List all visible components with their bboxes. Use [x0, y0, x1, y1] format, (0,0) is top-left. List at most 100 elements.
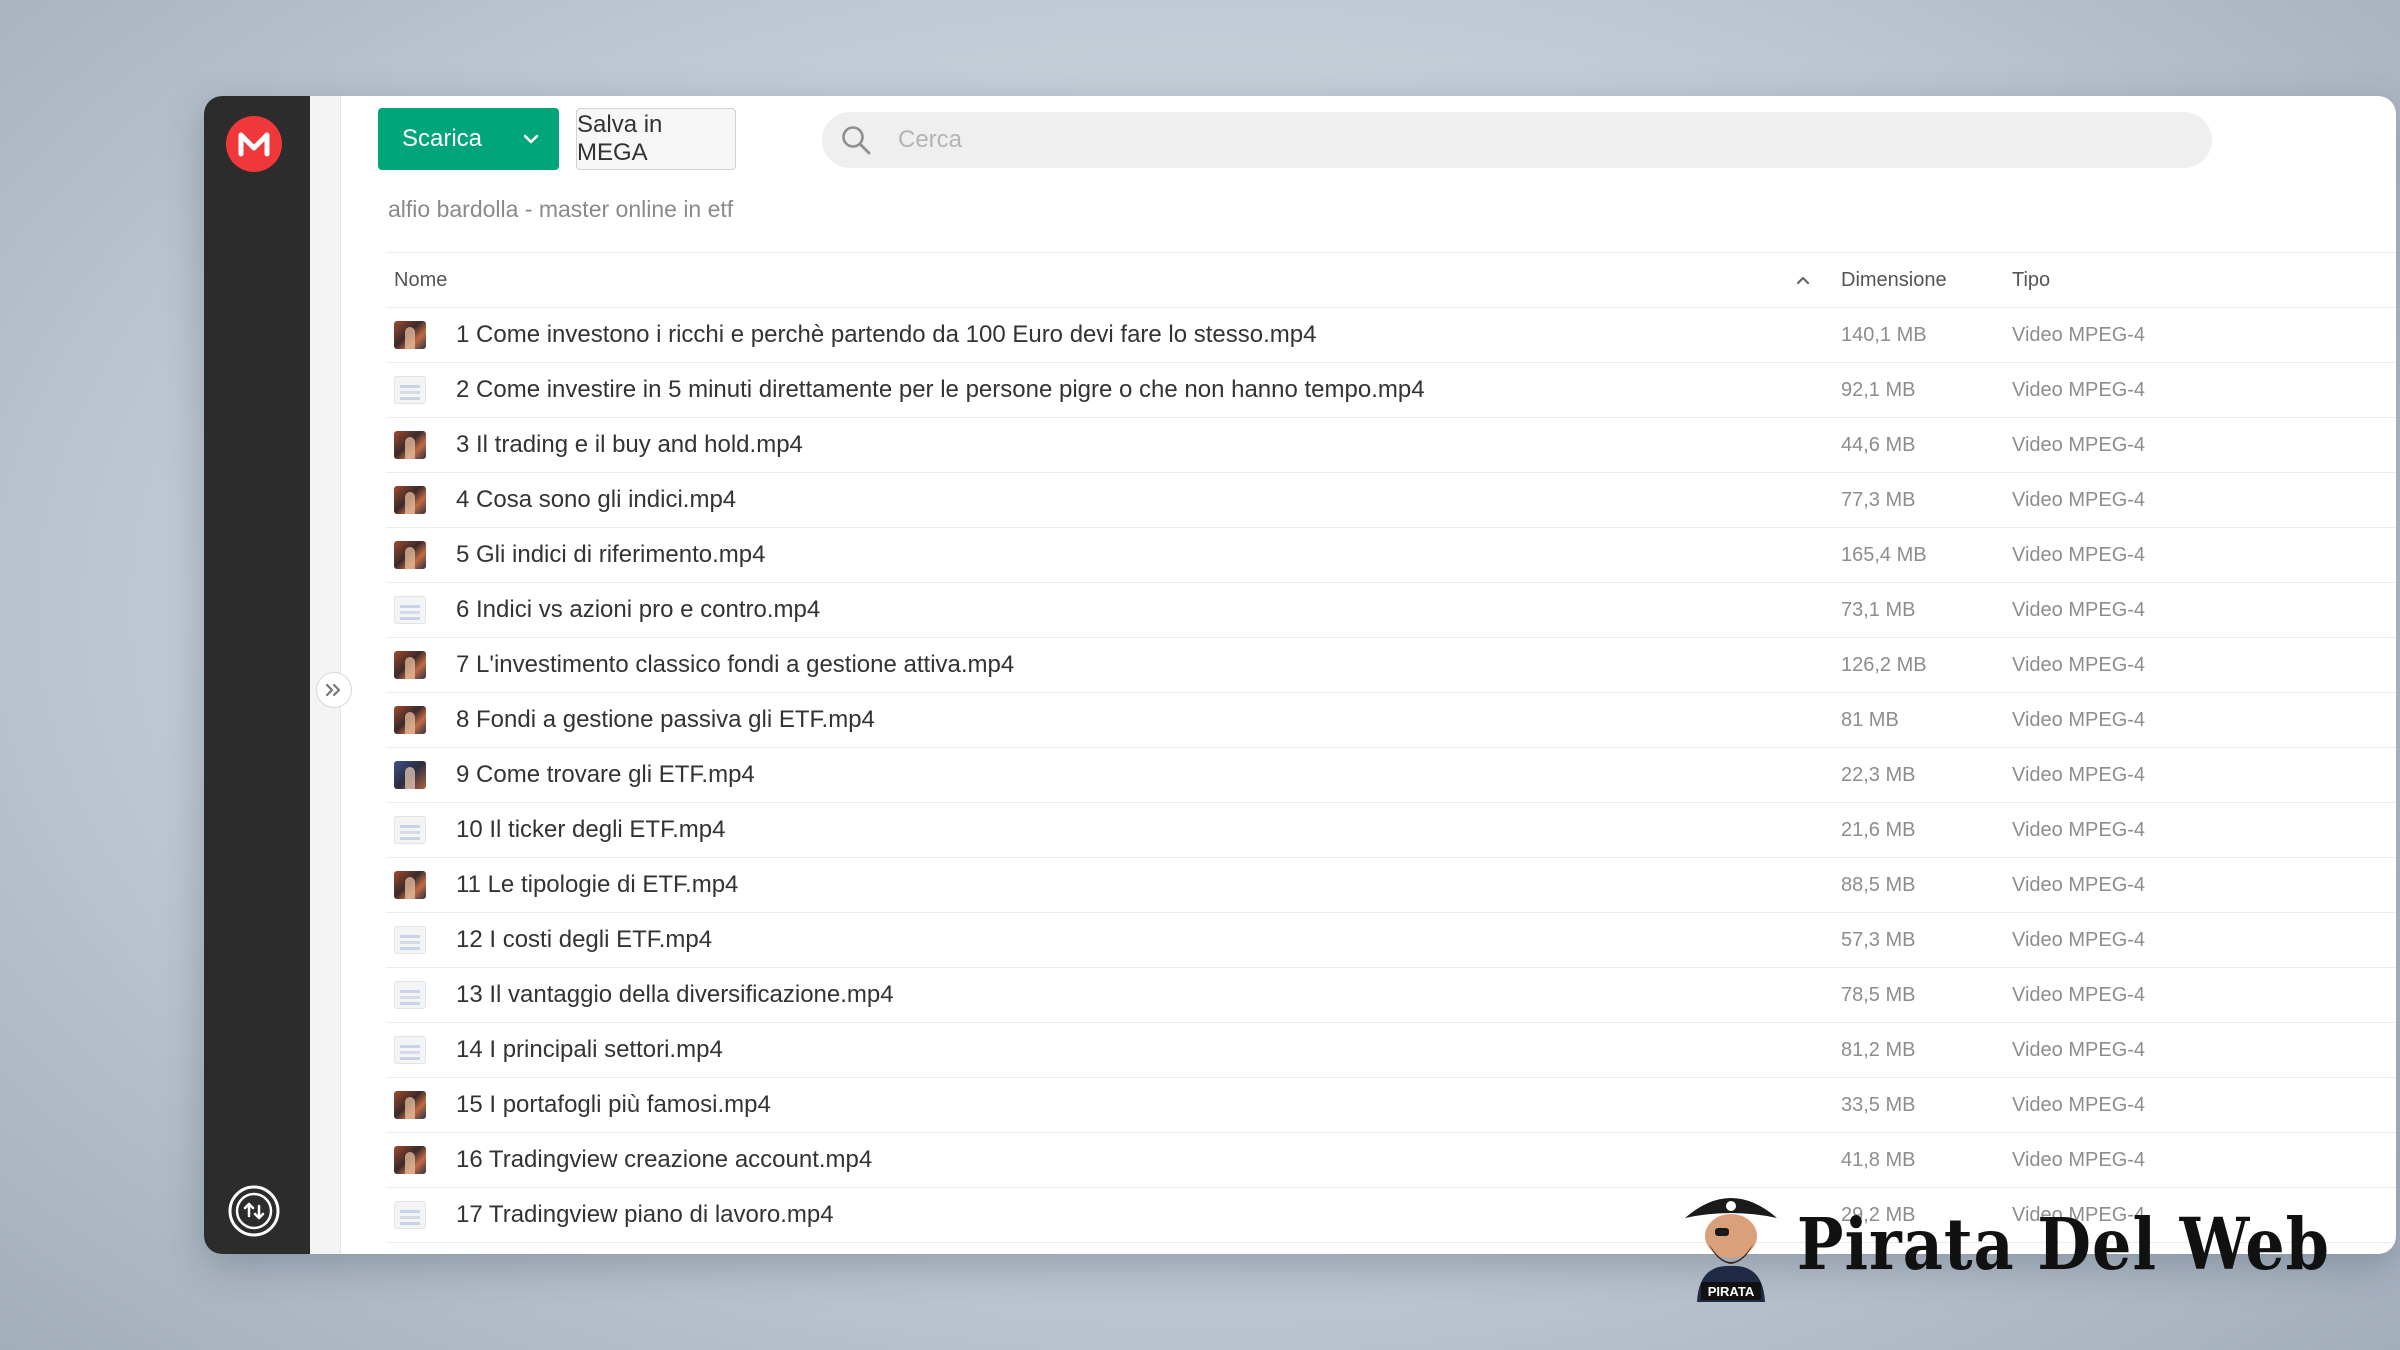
- video-thumbnail: [394, 486, 426, 514]
- save-to-mega-button[interactable]: Salva in MEGA: [576, 108, 736, 170]
- column-header-size[interactable]: Dimensione: [1841, 269, 1947, 292]
- file-name: 17 Tradingview piano di lavoro.mp4: [456, 1201, 834, 1228]
- table-row[interactable]: 9 Come trovare gli ETF.mp4 22,3 MB Video M…: [386, 748, 2396, 803]
- column-header-type[interactable]: Tipo: [2012, 269, 2050, 292]
- table-row[interactable]: 3 Il trading e il buy and hold.mp4 44,6 M…: [386, 418, 2396, 473]
- transfer-icon[interactable]: [227, 1184, 281, 1238]
- file-size: 126,2 MB: [1841, 654, 1927, 676]
- video-thumbnail: [394, 926, 426, 954]
- file-name: 14 I principali settori.mp4: [456, 1036, 723, 1063]
- file-size: 73,1 MB: [1841, 599, 1916, 621]
- file-name: 13 Il vantaggio della diversificazione.m…: [456, 981, 894, 1008]
- table-row[interactable]: 10 Il ticker degli ETF.mp4 21,6 MB Video M…: [386, 803, 2396, 858]
- mega-logo-icon[interactable]: [226, 116, 282, 172]
- file-name: 2 Come investire in 5 minuti direttament…: [456, 376, 1425, 403]
- file-size: 165,4 MB: [1841, 544, 1927, 566]
- file-name: 11 Le tipologie di ETF.mp4: [456, 871, 739, 898]
- video-thumbnail: [394, 816, 426, 844]
- file-type: Video MPEG-4: [2012, 544, 2146, 566]
- table-row[interactable]: 16 Tradingview creazione account.mp4 41,8…: [386, 1133, 2396, 1188]
- pirate-mascot-icon: PIRATA: [1679, 1184, 1783, 1304]
- file-size: 33,5 MB: [1841, 1094, 1916, 1116]
- chevron-up-icon[interactable]: [1795, 269, 1811, 292]
- file-type: Video MPEG-4: [2012, 764, 2146, 786]
- file-size: 21,6 MB: [1841, 819, 1916, 841]
- file-size: 81,2 MB: [1841, 1039, 1916, 1061]
- watermark-text: Pirata Del Web: [1796, 1202, 2330, 1286]
- video-thumbnail: [394, 431, 426, 459]
- table-row[interactable]: 15 I portafogli più famosi.mp4 33,5 MB Vid…: [386, 1078, 2396, 1133]
- table-row[interactable]: 4 Cosa sono gli indici.mp4 77,3 MB Video M…: [386, 473, 2396, 528]
- file-name: 12 I costi degli ETF.mp4: [456, 926, 713, 953]
- file-size: 81 MB: [1841, 709, 1899, 731]
- file-type: Video MPEG-4: [2012, 984, 2146, 1006]
- table-row[interactable]: 12 I costi degli ETF.mp4 57,3 MB Video MPE…: [386, 913, 2396, 968]
- file-size: 140,1 MB: [1841, 324, 1927, 346]
- app-window: Scarica Salva in MEGA alfio bardolla - m…: [204, 96, 2396, 1254]
- video-thumbnail: [394, 321, 426, 349]
- table-row[interactable]: 5 Gli indici di riferimento.mp4 165,4 MB V…: [386, 528, 2396, 583]
- file-name: 9 Come trovare gli ETF.mp4: [456, 761, 755, 788]
- table-row[interactable]: 13 Il vantaggio della diversificazione.m…: [386, 968, 2396, 1023]
- file-size: 88,5 MB: [1841, 874, 1916, 896]
- table-row[interactable]: 14 I principali settori.mp4 81,2 MB Video …: [386, 1023, 2396, 1078]
- file-type: Video MPEG-4: [2012, 1039, 2146, 1061]
- file-name: 1 Come investono i ricchi e perchè parte…: [456, 321, 1317, 348]
- video-thumbnail: [394, 376, 426, 404]
- video-thumbnail: [394, 596, 426, 624]
- column-header-name[interactable]: Nome: [394, 269, 447, 292]
- file-type: Video MPEG-4: [2012, 489, 2146, 511]
- file-type: Video MPEG-4: [2012, 709, 2146, 731]
- watermark: PIRATA Pirata Del Web: [1679, 1184, 2330, 1304]
- file-type: Video MPEG-4: [2012, 1094, 2146, 1116]
- search-bar[interactable]: [822, 112, 2212, 168]
- file-size: 77,3 MB: [1841, 489, 1916, 511]
- file-type: Video MPEG-4: [2012, 929, 2146, 951]
- video-thumbnail: [394, 981, 426, 1009]
- svg-text:PIRATA: PIRATA: [1708, 1284, 1755, 1299]
- table-row[interactable]: 6 Indici vs azioni pro e contro.mp4 73,1 …: [386, 583, 2396, 638]
- file-type: Video MPEG-4: [2012, 599, 2146, 621]
- table-body: 1 Come investono i ricchi e perchè parte…: [386, 308, 2396, 1243]
- table-row[interactable]: 8 Fondi a gestione passiva gli ETF.mp4 81…: [386, 693, 2396, 748]
- search-icon: [836, 120, 876, 160]
- file-size: 22,3 MB: [1841, 764, 1916, 786]
- video-thumbnail: [394, 1036, 426, 1064]
- chevron-down-icon[interactable]: [503, 108, 559, 170]
- file-type: Video MPEG-4: [2012, 874, 2146, 896]
- video-thumbnail: [394, 761, 426, 789]
- file-size: 41,8 MB: [1841, 1149, 1916, 1171]
- download-button-label: Scarica: [402, 125, 483, 152]
- file-name: 5 Gli indici di riferimento.mp4: [456, 541, 766, 568]
- double-chevron-right-icon[interactable]: [316, 672, 352, 708]
- main-panel: Scarica Salva in MEGA alfio bardolla - m…: [340, 96, 2396, 1254]
- file-type: Video MPEG-4: [2012, 324, 2146, 346]
- file-type: Video MPEG-4: [2012, 434, 2146, 456]
- download-button[interactable]: Scarica: [378, 108, 559, 170]
- file-name: 10 Il ticker degli ETF.mp4: [456, 816, 726, 843]
- sidebar: [204, 96, 310, 1254]
- file-size: 92,1 MB: [1841, 379, 1916, 401]
- table-header: Nome Dimensione Tipo: [386, 252, 2396, 308]
- file-type: Video MPEG-4: [2012, 379, 2146, 401]
- video-thumbnail: [394, 1146, 426, 1174]
- file-name: 15 I portafogli più famosi.mp4: [456, 1091, 771, 1118]
- search-input[interactable]: [896, 125, 2100, 155]
- file-type: Video MPEG-4: [2012, 819, 2146, 841]
- table-row[interactable]: 7 L'investimento classico fondi a gestio…: [386, 638, 2396, 693]
- file-size: 57,3 MB: [1841, 929, 1916, 951]
- video-thumbnail: [394, 706, 426, 734]
- file-type: Video MPEG-4: [2012, 1149, 2146, 1171]
- table-row[interactable]: 2 Come investire in 5 minuti direttament…: [386, 363, 2396, 418]
- table-row[interactable]: 11 Le tipologie di ETF.mp4 88,5 MB Video M…: [386, 858, 2396, 913]
- video-thumbnail: [394, 1201, 426, 1229]
- file-table: Nome Dimensione Tipo 1 Come investono i …: [386, 252, 2396, 1243]
- breadcrumb[interactable]: alfio bardolla - master online in etf: [388, 196, 733, 223]
- file-name: 6 Indici vs azioni pro e contro.mp4: [456, 596, 821, 623]
- file-name: 4 Cosa sono gli indici.mp4: [456, 486, 737, 513]
- file-name: 8 Fondi a gestione passiva gli ETF.mp4: [456, 706, 875, 733]
- file-name: 16 Tradingview creazione account.mp4: [456, 1146, 873, 1173]
- file-size: 78,5 MB: [1841, 984, 1916, 1006]
- table-row[interactable]: 1 Come investono i ricchi e perchè parte…: [386, 308, 2396, 363]
- file-name: 7 L'investimento classico fondi a gestio…: [456, 651, 1015, 678]
